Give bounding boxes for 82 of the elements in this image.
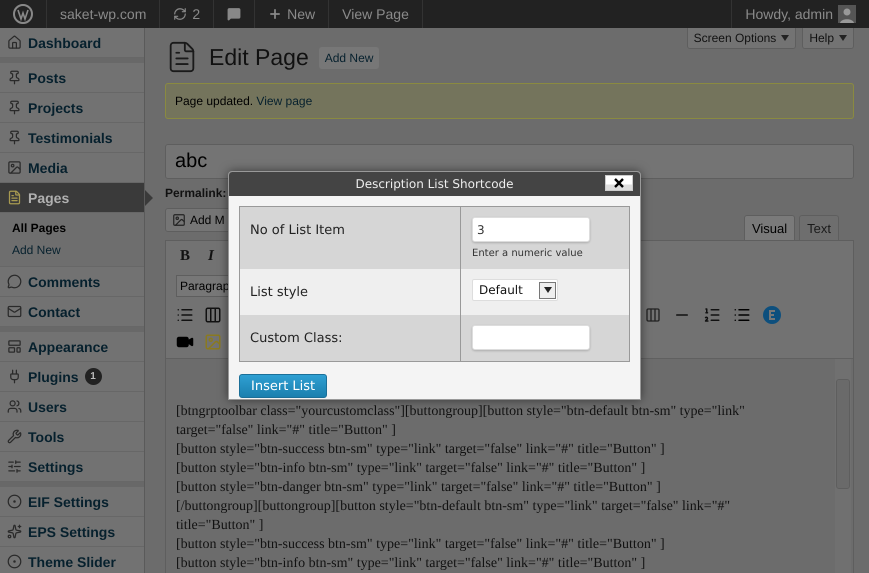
sidebar-item[interactable]: EIF Settings — [0, 487, 144, 517]
notice-text: Page updated. View page — [175, 94, 312, 108]
avatar-icon[interactable] — [838, 5, 856, 23]
sparkles-icon — [7, 524, 22, 539]
close-button[interactable] — [605, 175, 633, 191]
pin-icon — [7, 130, 22, 145]
house-icon — [7, 35, 22, 50]
count-badge: 1 — [84, 368, 102, 385]
content-line: [button style="btn-success btn-sm" type="link" target="false" link="#" title="Button" ] — [176, 441, 666, 459]
columns-icon[interactable] — [204, 306, 222, 324]
editor-tab[interactable]: Text — [799, 215, 839, 240]
plus-icon — [268, 7, 282, 21]
sidebar-item[interactable]: Comments — [0, 267, 144, 297]
document-icon — [7, 190, 22, 205]
content-line: [/buttongroup][buttongroup][button style="btn-default btn-sm" type="link" target="false" link="#" — [176, 498, 732, 516]
circle-icon — [7, 554, 22, 569]
pin-icon — [7, 70, 22, 85]
screen-meta-button[interactable]: Help — [802, 28, 854, 49]
content-line: title="Button" ] — [176, 517, 264, 535]
circle-icon — [7, 494, 22, 509]
text-field[interactable]: 3 — [472, 217, 590, 242]
plug-icon — [7, 369, 22, 384]
layout-icon — [7, 339, 22, 354]
caret-icon — [839, 35, 847, 41]
comment-icon[interactable] — [227, 7, 242, 21]
select-field[interactable]: Default — [472, 279, 558, 301]
content-line: [button style="btn-info btn-sm" type="link" target="false" link="#" title="Button" ] — [176, 555, 646, 573]
close-icon — [614, 178, 624, 188]
sidebar-item[interactable]: Pages — [0, 183, 144, 213]
view-page-link[interactable]: View Page — [342, 6, 409, 22]
list-icon[interactable] — [703, 306, 721, 324]
content-line: [btngrptoolbar class="yourcustomclass"][buttongroup][button style="btn-default btn-sm" type="link" — [176, 403, 746, 421]
format-button[interactable]: I — [204, 248, 218, 266]
wrench-icon — [7, 429, 22, 444]
wordpress-logo-icon[interactable] — [13, 4, 33, 24]
field-label: List style — [250, 285, 308, 300]
submenu-item[interactable]: All Pages — [12, 217, 144, 239]
users-icon — [7, 399, 22, 414]
sidebar-item[interactable]: Theme Slider — [0, 547, 144, 573]
field-label: No of List Item — [250, 223, 345, 238]
refresh-icon[interactable] — [173, 7, 188, 21]
sidebar-item[interactable]: EPS Settings — [0, 517, 144, 547]
insert-list-button[interactable]: Insert List — [239, 374, 328, 398]
dialog-title: Description List Shortcode — [355, 177, 514, 191]
page-title: Edit Page — [209, 44, 309, 70]
sidebar-item[interactable]: Contact — [0, 297, 144, 327]
update-count: 2 — [192, 6, 200, 22]
pin-icon — [7, 100, 22, 115]
content-line: [button style="btn-info btn-sm" type="link" target="false" link="#" title="Button" ] — [176, 460, 646, 478]
sidebar-item[interactable]: Posts — [0, 63, 144, 93]
caret-icon — [544, 287, 552, 293]
mail-icon — [7, 304, 22, 319]
sidebar-item[interactable]: Testimonials — [0, 123, 144, 153]
sidebar-item[interactable]: Projects — [0, 93, 144, 123]
caret-icon — [781, 35, 790, 41]
image-icon — [7, 160, 22, 175]
sidebar-item[interactable]: Dashboard — [0, 28, 144, 58]
sidebar-item[interactable]: Plugins 1 — [0, 362, 144, 392]
sidebar-item[interactable]: Tools — [0, 422, 144, 452]
greeting-text[interactable]: Howdy, admin — [745, 6, 833, 22]
sliders-icon — [7, 459, 22, 474]
text-field[interactable] — [472, 325, 590, 350]
screen-meta-button[interactable]: Screen Options — [686, 28, 796, 49]
add-new-button[interactable]: Add New — [318, 47, 380, 69]
new-link[interactable]: New — [287, 6, 316, 22]
permalink-label: Permalink: — [165, 186, 228, 202]
speech-bubble-icon — [7, 274, 22, 289]
content-line: [button style="btn-danger btn-sm" type="link" target="false" link="#" title="Button" ] — [176, 479, 662, 497]
sidebar-item[interactable]: Appearance — [0, 332, 144, 362]
content-line: [button style="btn-success btn-sm" type="link" target="false" link="#" title="Button" ] — [176, 536, 666, 554]
field-label: Custom Class: — [250, 331, 343, 346]
columns-icon[interactable] — [645, 306, 661, 322]
sidebar-item[interactable]: Settings — [0, 452, 144, 482]
site-link[interactable]: saket-wp.com — [60, 6, 146, 22]
current-pointer — [145, 190, 153, 206]
sidebar-item[interactable]: Users — [0, 392, 144, 422]
editor-tab[interactable]: Visual — [744, 215, 796, 240]
view-page-link[interactable]: View page — [256, 94, 312, 108]
submenu-item[interactable]: Add New — [12, 239, 144, 261]
format-button[interactable]: B — [176, 248, 194, 266]
content-line: target="false" link="#" title="Button" ] — [176, 422, 397, 440]
hint-text: Enter a numeric value — [472, 248, 584, 259]
